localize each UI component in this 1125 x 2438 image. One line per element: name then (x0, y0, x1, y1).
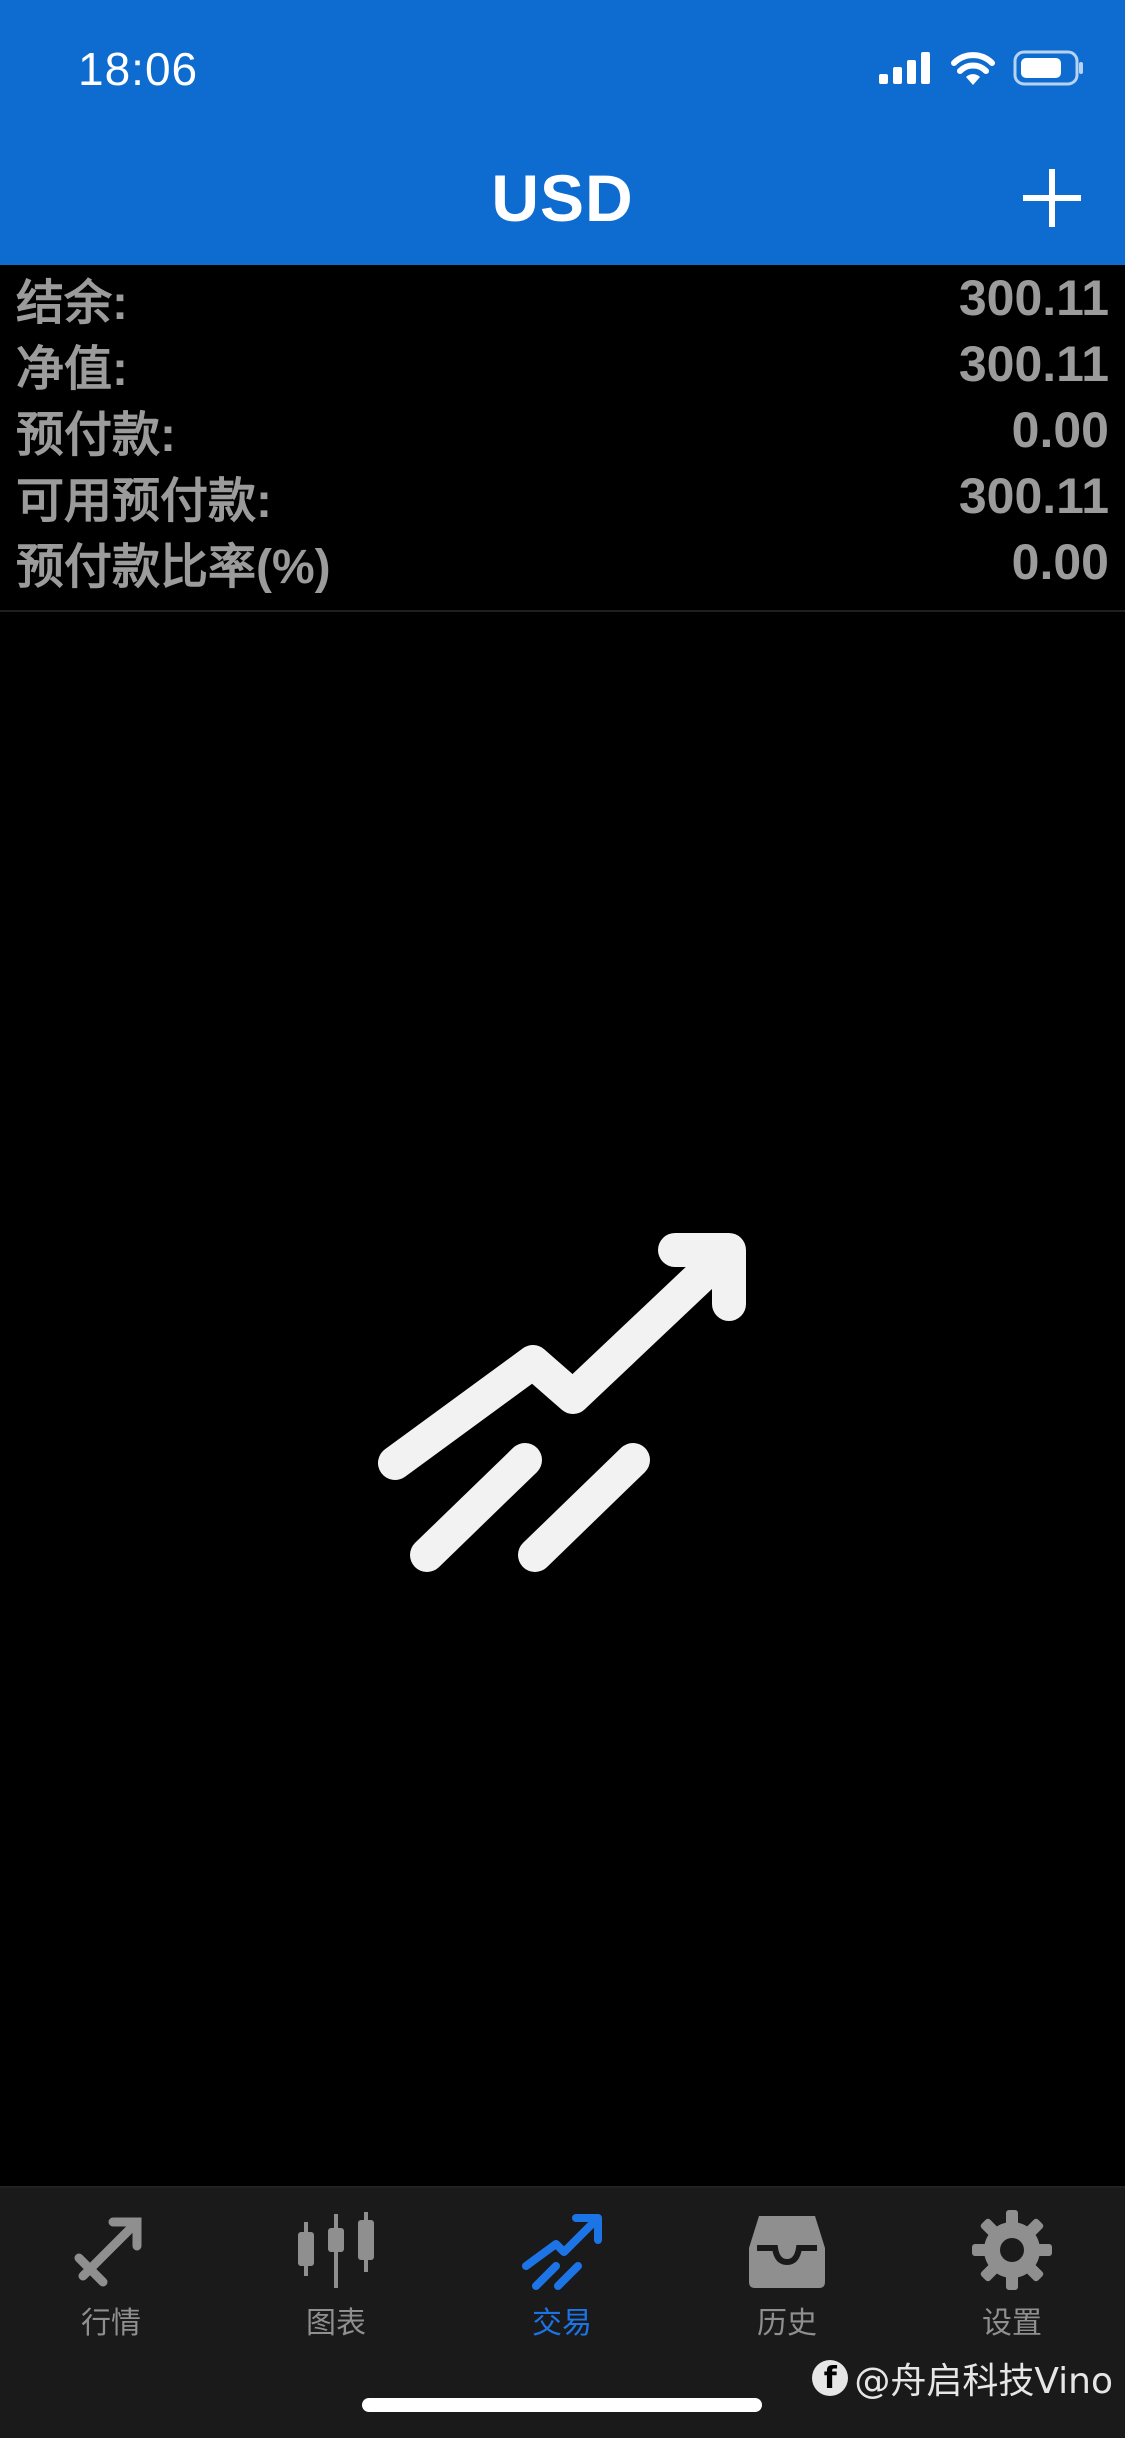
margin-level-value: 0.00 (1011, 534, 1109, 590)
trade-logo-icon (378, 1233, 746, 1572)
tab-history-label: 历史 (757, 2306, 817, 2341)
tab-chart[interactable]: 图表 (256, 2208, 416, 2378)
home-indicator[interactable] (362, 2398, 762, 2412)
balance-row: 结余: 300.11 (16, 265, 1109, 331)
status-icons (879, 46, 1085, 90)
tab-trade-label: 交易 (532, 2306, 592, 2341)
margin-label: 预付款: (16, 409, 176, 462)
add-button[interactable] (1017, 163, 1087, 233)
chart-icon (298, 2212, 374, 2288)
equity-value: 300.11 (958, 336, 1109, 392)
balance-value: 300.11 (958, 270, 1109, 326)
watermark: f @舟启科技Vino (812, 2352, 1113, 2404)
settings-icon (972, 2210, 1052, 2290)
free-margin-row: 可用预付款: 300.11 (16, 463, 1109, 529)
facebook-icon: f (812, 2360, 849, 2396)
free-margin-value: 300.11 (958, 468, 1109, 524)
equity-label: 净值: (16, 343, 128, 396)
wifi-icon (951, 52, 995, 85)
balance-label: 结余: (16, 277, 128, 330)
equity-row: 净值: 300.11 (16, 331, 1109, 397)
watermark-text: @舟启科技Vino (854, 2361, 1113, 2402)
signal-icon (879, 52, 930, 84)
quotes-icon (74, 2217, 142, 2287)
page-title: USD (491, 161, 634, 235)
tab-settings-label: 设置 (982, 2306, 1042, 2341)
status-time: 18:06 (78, 43, 199, 95)
battery-icon (1013, 50, 1083, 86)
tab-quotes[interactable]: 行情 (31, 2208, 191, 2378)
account-summary: 结余: 300.11 净值: 300.11 预付款: 0.00 可用预付款: 3… (0, 265, 1125, 612)
trade-icon (522, 2214, 602, 2290)
margin-value: 0.00 (1011, 402, 1109, 458)
tab-chart-label: 图表 (306, 2306, 366, 2341)
top-bar: 18:06 USD (0, 0, 1125, 265)
margin-level-row: 预付款比率(%) 0.00 (16, 529, 1109, 595)
free-margin-label: 可用预付款: (16, 475, 272, 528)
tab-trade[interactable]: 交易 (482, 2208, 642, 2378)
history-icon (749, 2216, 825, 2288)
tab-quotes-label: 行情 (81, 2306, 141, 2341)
margin-level-label: 预付款比率(%) (16, 541, 331, 594)
margin-row: 预付款: 0.00 (16, 397, 1109, 463)
